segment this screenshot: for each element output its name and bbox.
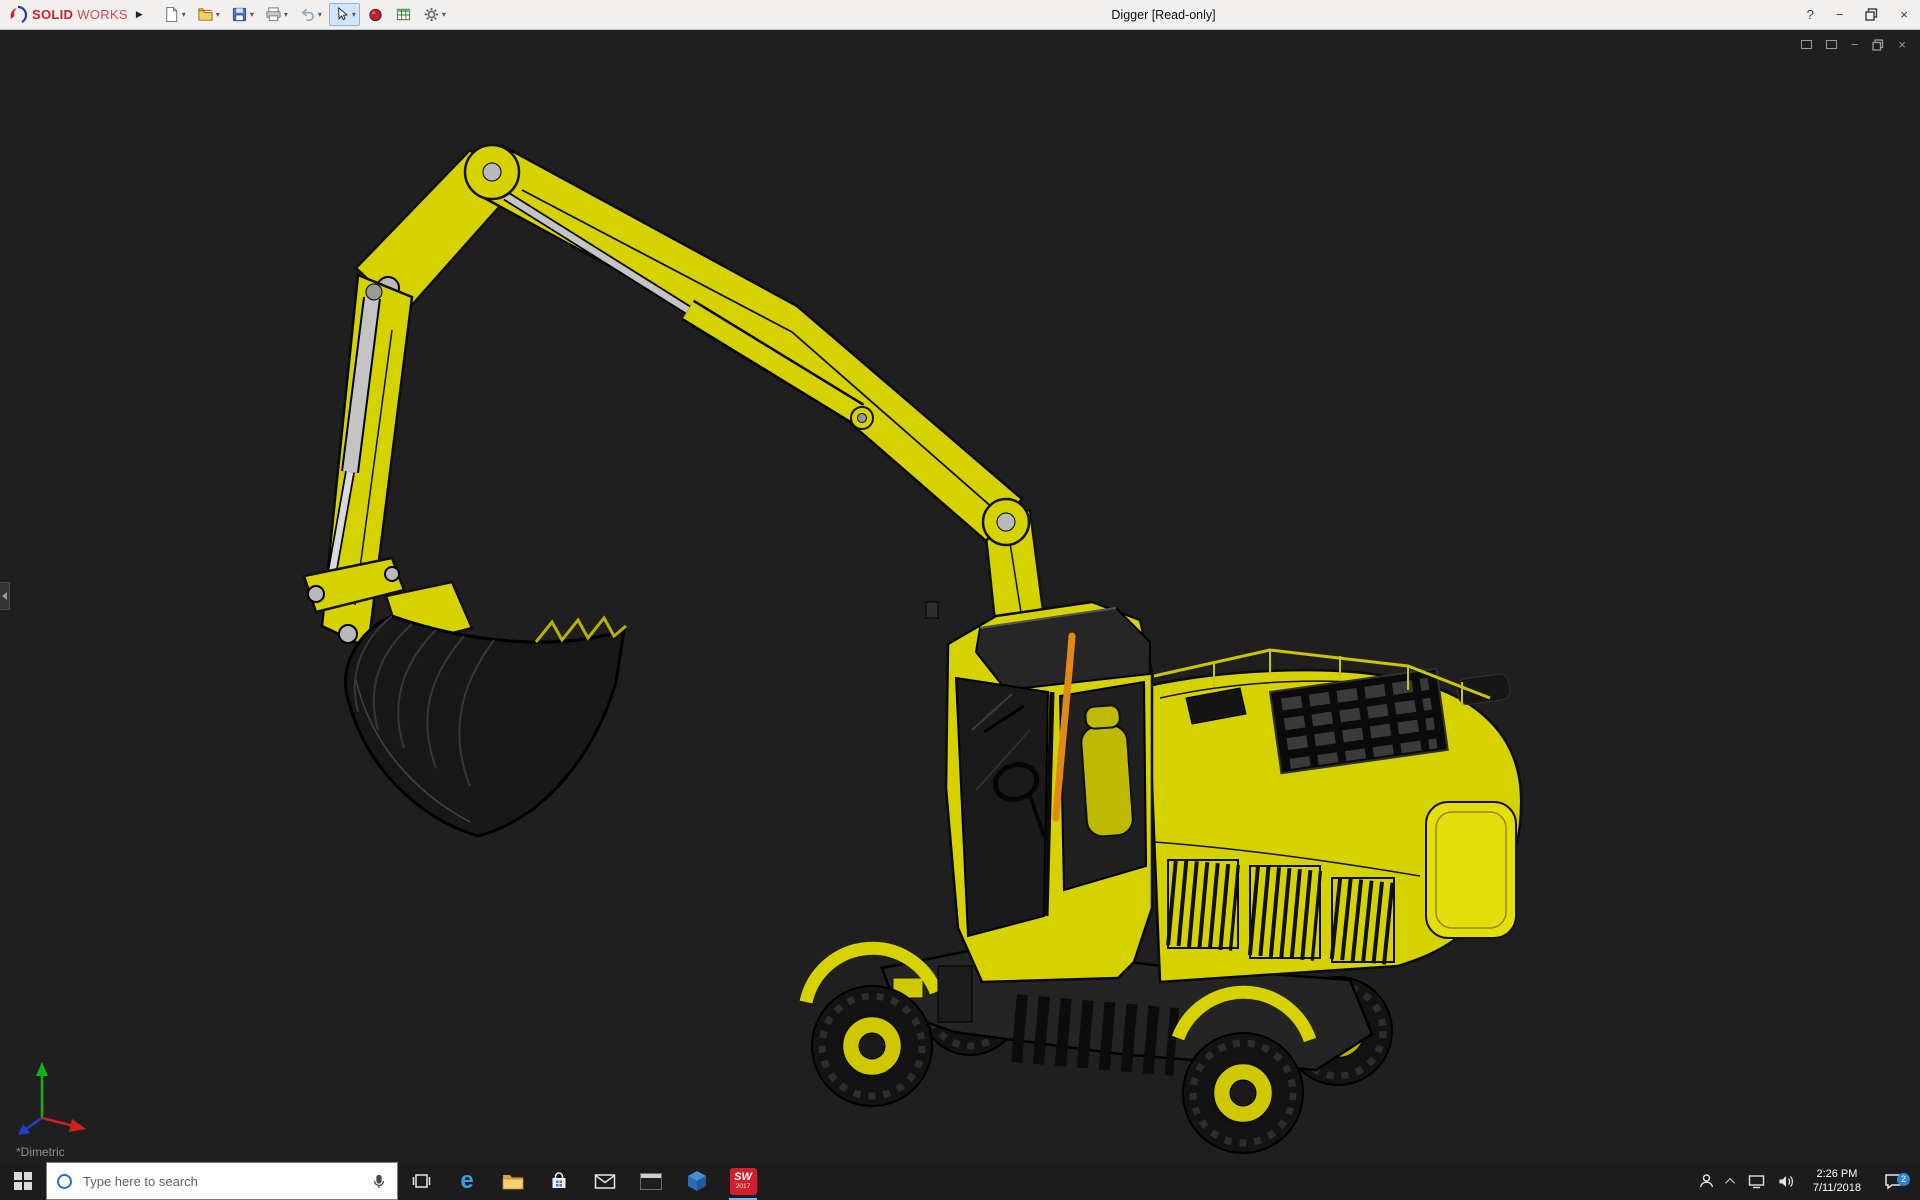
taskbar: e SW 2017: [0, 1162, 1920, 1200]
clock-time: 2:26 PM: [1816, 1167, 1858, 1180]
task-view-icon: [412, 1174, 431, 1188]
task-pane-collapse-tab[interactable]: [0, 582, 10, 610]
appearance-sphere-icon: [369, 8, 382, 22]
taskbar-search[interactable]: [46, 1162, 398, 1200]
new-window-icon[interactable]: [1800, 40, 1812, 49]
new-document-button[interactable]: ▾: [159, 3, 190, 26]
brand-solid-text: SOLID: [32, 7, 74, 22]
search-input[interactable]: [81, 1172, 362, 1190]
select-tool-button[interactable]: ▾: [328, 3, 360, 26]
main-toolbar: ▾ ▾ ▾ ▾ ▾ ▾ ▾: [159, 3, 450, 26]
edge-button[interactable]: e: [444, 1162, 490, 1200]
boom-arm[interactable]: [354, 143, 1031, 547]
mail-icon: [594, 1173, 616, 1189]
solidworks-app-icon: SW 2017: [729, 1167, 757, 1195]
network-icon[interactable]: [1748, 1174, 1765, 1189]
print-icon: [266, 7, 281, 22]
dropdown-arrow-icon: ▾: [181, 10, 186, 19]
volume-icon[interactable]: [1778, 1174, 1794, 1189]
system-tray: 2:26 PM 7/11/2018 2: [1690, 1162, 1920, 1200]
taskbar-clock[interactable]: 2:26 PM 7/11/2018: [1807, 1167, 1867, 1196]
graphics-viewport[interactable]: − × *Dimetric: [0, 30, 1920, 1162]
document-title: Digger [Read-only]: [1111, 7, 1216, 22]
ds-logo-icon: [10, 5, 28, 23]
clock-date: 7/11/2018: [1812, 1182, 1861, 1194]
store-button[interactable]: [536, 1162, 582, 1200]
tile-window-icon[interactable]: [1825, 40, 1837, 49]
dropdown-arrow-icon: ▾: [441, 10, 446, 19]
dropdown-arrow-icon: ▾: [283, 10, 288, 19]
model-canvas[interactable]: [0, 30, 1920, 1162]
mirror: [925, 601, 939, 619]
brand-works-text: WORKS: [77, 7, 128, 22]
file-explorer-icon: [502, 1175, 524, 1190]
window-controls: ? − ×: [1807, 0, 1908, 29]
dropdown-arrow-icon: ▾: [215, 10, 220, 19]
titlebar: SOLID WORKS ▶ ▾ ▾ ▾ ▾ ▾ ▾ ▾ Digger [Read…: [0, 0, 1920, 30]
start-button[interactable]: [0, 1162, 46, 1200]
windows-logo-icon: [14, 1172, 32, 1190]
people-icon[interactable]: [1698, 1173, 1715, 1189]
close-button[interactable]: ×: [1900, 7, 1908, 22]
cad-viewer-button[interactable]: [674, 1162, 720, 1200]
cortana-icon: [57, 1173, 72, 1189]
open-button[interactable]: ▾: [193, 3, 224, 26]
solidworks-app-button[interactable]: SW 2017: [720, 1162, 766, 1200]
print-button[interactable]: ▾: [261, 3, 292, 26]
gear-icon: [424, 7, 438, 22]
solidworks-brand: SOLID WORKS: [8, 5, 128, 25]
notification-badge: 2: [1897, 1172, 1910, 1186]
dropdown-arrow-icon: ▾: [317, 10, 322, 19]
restore-button[interactable]: [1865, 8, 1878, 21]
new-document-icon: [166, 6, 177, 23]
doc-restore-button[interactable]: [1872, 38, 1884, 51]
doc-minimize-button[interactable]: −: [1851, 37, 1859, 52]
mail-button[interactable]: [582, 1162, 628, 1200]
chevron-up-icon: [1725, 1177, 1735, 1188]
options-button[interactable]: ▾: [419, 3, 450, 26]
dropdown-arrow-icon: ▾: [249, 10, 254, 19]
task-view-button[interactable]: [398, 1162, 444, 1200]
wheel-rear-left[interactable]: [1182, 1032, 1304, 1154]
document-window-controls: − ×: [1800, 37, 1906, 52]
view-orientation-label: *Dimetric: [16, 1145, 65, 1159]
undo-button[interactable]: ▾: [295, 3, 326, 26]
tray-expand-button[interactable]: [1725, 1177, 1735, 1188]
microphone-icon[interactable]: [371, 1172, 387, 1190]
stick-arm[interactable]: [302, 273, 414, 650]
dropdown-arrow-icon: ▾: [351, 10, 356, 19]
toolbar-flyout-arrow[interactable]: ▶: [136, 9, 143, 20]
excavator-model[interactable]: [302, 143, 1523, 1154]
orientation-triad[interactable]: [12, 1056, 96, 1140]
doc-close-button[interactable]: ×: [1898, 37, 1906, 52]
cube-icon: [688, 1171, 706, 1191]
console-window-icon: [640, 1172, 662, 1190]
select-cursor-icon: [338, 6, 348, 21]
save-button[interactable]: ▾: [227, 3, 258, 26]
help-button[interactable]: ?: [1807, 7, 1814, 22]
store-bag-icon: [552, 1172, 566, 1188]
minimize-button[interactable]: −: [1836, 7, 1844, 22]
wheel-front-left[interactable]: [811, 985, 933, 1107]
bucket[interactable]: [344, 580, 627, 838]
side-door: [1425, 801, 1517, 939]
evaluate-button[interactable]: [391, 3, 416, 26]
chevron-left-icon: [2, 592, 7, 600]
undo-icon: [301, 8, 314, 22]
table-grid-icon: [396, 8, 410, 21]
console-button[interactable]: [628, 1162, 674, 1200]
save-icon: [232, 7, 246, 22]
open-folder-icon: [198, 8, 213, 21]
engine-body[interactable]: [1146, 648, 1523, 984]
file-explorer-button[interactable]: [490, 1162, 536, 1200]
edge-icon: e: [460, 1167, 474, 1194]
appearance-button[interactable]: [363, 3, 388, 26]
action-center-button[interactable]: 2: [1880, 1172, 1912, 1190]
